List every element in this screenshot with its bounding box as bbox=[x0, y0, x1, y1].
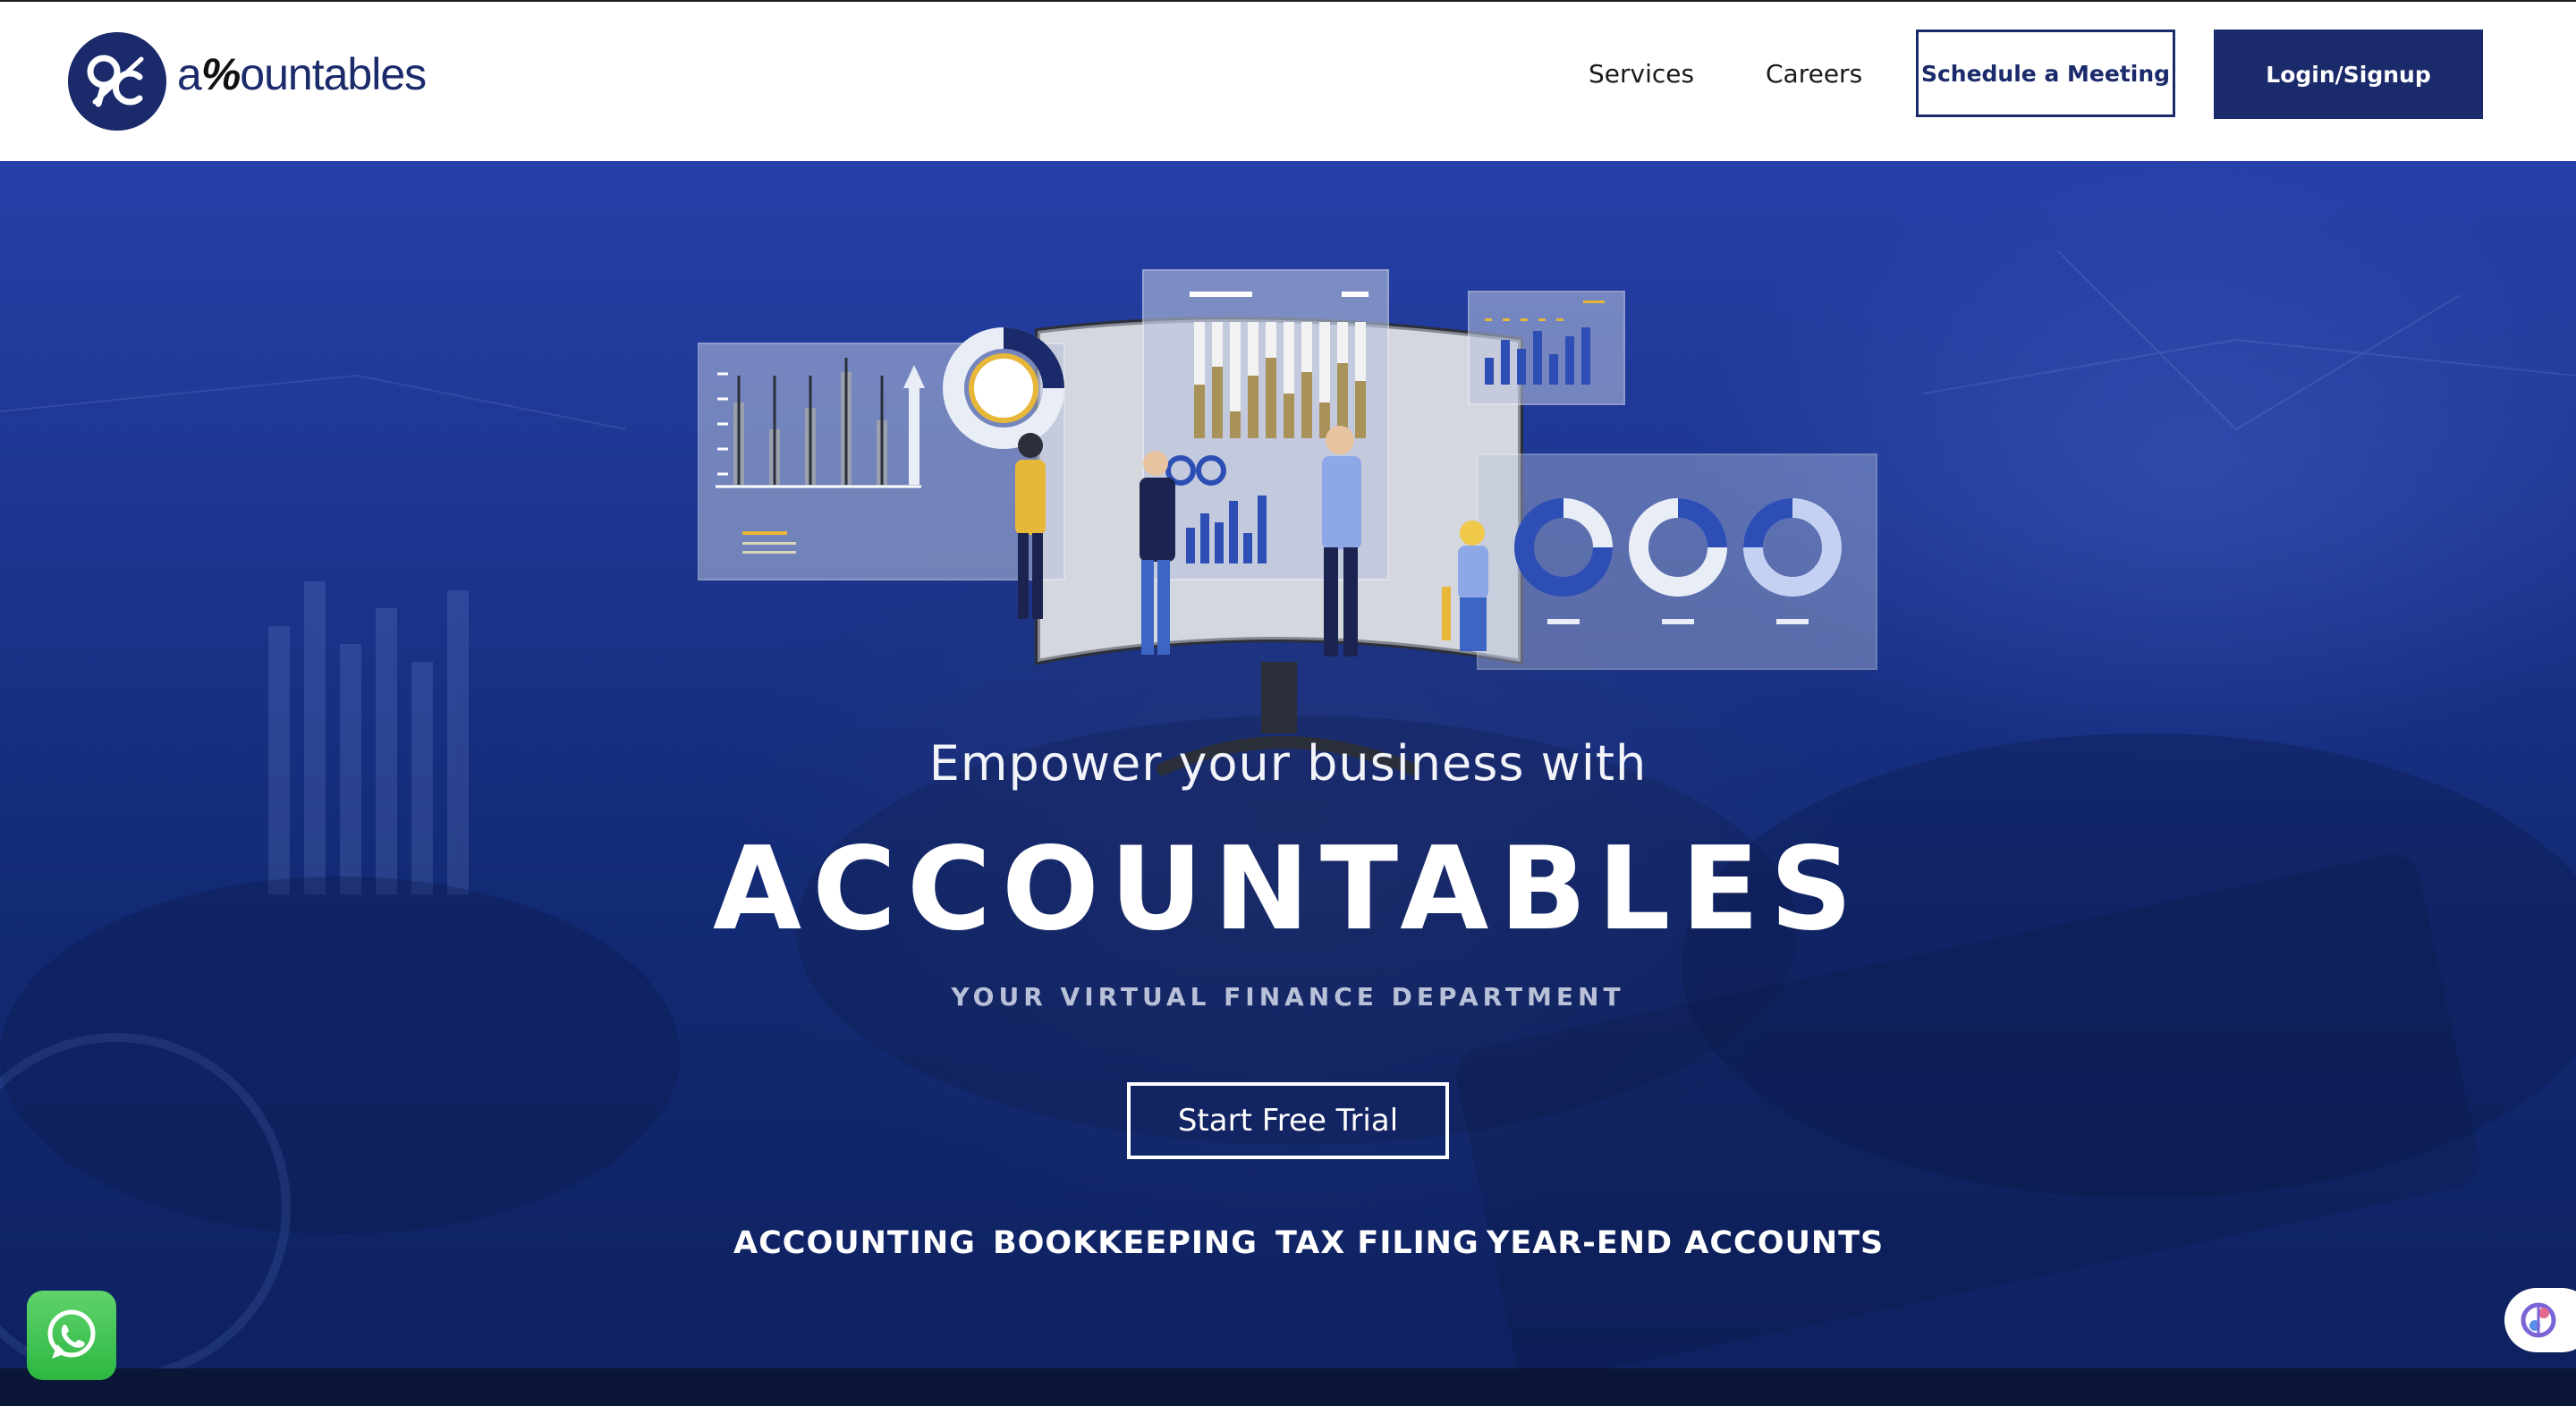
logo-wordmark: a%ountables bbox=[177, 48, 427, 100]
nav-careers[interactable]: Careers bbox=[1766, 59, 1862, 89]
hero-tagline: Empower your business with bbox=[928, 735, 1648, 792]
schedule-meeting-button[interactable]: Schedule a Meeting bbox=[1916, 30, 2175, 117]
service-tax-filing: TAX FILING bbox=[1275, 1225, 1479, 1261]
service-accounting: ACCOUNTING bbox=[733, 1225, 976, 1261]
brain-icon bbox=[2521, 1302, 2556, 1338]
start-free-trial-button[interactable]: Start Free Trial bbox=[1127, 1082, 1449, 1159]
logo-mark bbox=[68, 32, 166, 131]
hero-brand-title: ACCOUNTABLES bbox=[713, 823, 1863, 956]
site-header: a%ountables Services Careers Schedule a … bbox=[0, 2, 2576, 161]
logo-text-rest: ountables bbox=[240, 49, 427, 99]
site-logo[interactable]: a%ountables bbox=[68, 32, 444, 132]
whatsapp-icon bbox=[47, 1309, 96, 1359]
assistant-widget-button[interactable] bbox=[2504, 1288, 2576, 1352]
nav-services[interactable]: Services bbox=[1589, 59, 1694, 89]
logo-text-mark: % bbox=[200, 49, 241, 99]
logo-mark-icon bbox=[68, 32, 166, 131]
whatsapp-button[interactable] bbox=[27, 1291, 116, 1380]
hero-subtitle: YOUR VIRTUAL FINANCE DEPARTMENT bbox=[951, 982, 1625, 1012]
page-bottom-strip bbox=[0, 1368, 2576, 1406]
hero-section: Empower your business with ACCOUNTABLES … bbox=[0, 161, 2576, 1368]
service-bookkeeping: BOOKKEEPING bbox=[993, 1225, 1258, 1261]
login-signup-button[interactable]: Login/Signup bbox=[2214, 30, 2483, 119]
service-year-end-accounts: YEAR-END ACCOUNTS bbox=[1487, 1225, 1885, 1261]
logo-text-a: a bbox=[177, 49, 202, 99]
